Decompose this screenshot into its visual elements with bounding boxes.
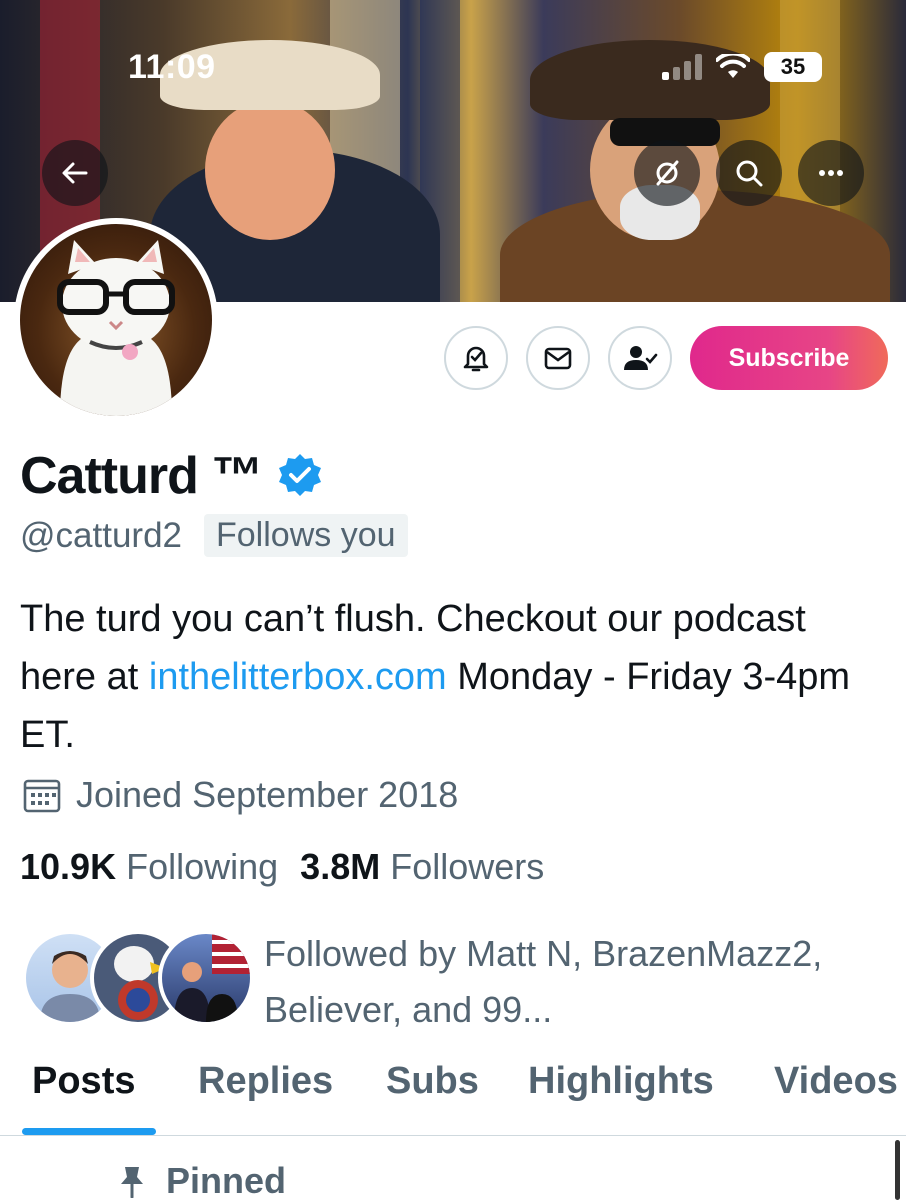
cat-avatar-image bbox=[20, 224, 212, 416]
search-icon bbox=[736, 160, 763, 187]
handle-row: @catturd2 Follows you bbox=[20, 514, 408, 557]
more-icon bbox=[819, 170, 843, 176]
notifications-button[interactable] bbox=[444, 326, 508, 390]
tab-subs[interactable]: Subs bbox=[386, 1060, 479, 1103]
calendar-icon bbox=[23, 779, 61, 813]
tab-replies[interactable]: Replies bbox=[198, 1060, 333, 1103]
status-time: 11:09 bbox=[128, 48, 216, 86]
profile-tabs: Posts Replies Subs Highlights Videos bbox=[0, 1060, 906, 1136]
avatar bbox=[158, 930, 254, 1026]
subscribe-button[interactable]: Subscribe bbox=[690, 326, 888, 390]
follows-you-badge: Follows you bbox=[204, 514, 408, 557]
joined-text: Joined September 2018 bbox=[76, 774, 459, 815]
profile-bio: The turd you can’t flush. Checkout our p… bbox=[20, 590, 890, 764]
tab-videos[interactable]: Videos bbox=[774, 1060, 898, 1103]
person-check-icon bbox=[624, 346, 658, 370]
cellular-signal-icon bbox=[662, 54, 702, 80]
tab-highlights[interactable]: Highlights bbox=[528, 1060, 714, 1103]
pin-icon bbox=[121, 1167, 143, 1198]
following-label: Following bbox=[126, 846, 279, 887]
name-row: Catturd ™ bbox=[20, 446, 324, 506]
tab-posts[interactable]: Posts bbox=[32, 1060, 135, 1103]
arrow-left-icon bbox=[62, 162, 88, 184]
following-button[interactable] bbox=[608, 326, 672, 390]
battery-indicator: 35 bbox=[764, 52, 822, 82]
profile-avatar[interactable] bbox=[14, 218, 218, 422]
back-button[interactable] bbox=[42, 140, 108, 206]
followers-count: 3.8M bbox=[300, 846, 381, 887]
followed-by-text: Followed by Matt N, BrazenMazz2, Believe… bbox=[264, 933, 823, 1030]
joined-date: Joined September 2018 bbox=[22, 774, 458, 816]
follow-stats: 10.9K Following 3.8M Followers bbox=[20, 846, 544, 888]
pinned-label: Pinned bbox=[166, 1160, 287, 1200]
slash-circle-icon bbox=[656, 160, 679, 186]
followers-label: Followers bbox=[390, 846, 545, 887]
grok-button[interactable] bbox=[634, 140, 700, 206]
following-count: 10.9K bbox=[20, 846, 117, 887]
bell-icon bbox=[463, 346, 489, 372]
followers-link[interactable]: 3.8M Followers bbox=[300, 846, 544, 888]
following-link[interactable]: 10.9K Following bbox=[20, 846, 278, 888]
followed-by-avatars bbox=[22, 926, 254, 1026]
message-button[interactable] bbox=[526, 326, 590, 390]
followed-by[interactable]: Followed by Matt N, BrazenMazz2, Believe… bbox=[22, 926, 864, 1038]
more-button[interactable] bbox=[798, 140, 864, 206]
envelope-icon bbox=[544, 347, 572, 370]
pinned-header: Pinned bbox=[116, 1160, 286, 1200]
display-name: Catturd ™ bbox=[20, 447, 263, 505]
wifi-icon bbox=[716, 54, 750, 78]
active-tab-indicator bbox=[22, 1128, 156, 1135]
banner-face-left bbox=[205, 100, 335, 240]
scrollbar[interactable] bbox=[895, 1140, 900, 1200]
bio-link[interactable]: inthelitterbox.com bbox=[149, 656, 447, 698]
user-handle: @catturd2 bbox=[20, 515, 182, 555]
verified-badge-icon[interactable] bbox=[276, 452, 324, 500]
status-icons: 35 bbox=[662, 52, 822, 82]
search-button[interactable] bbox=[716, 140, 782, 206]
